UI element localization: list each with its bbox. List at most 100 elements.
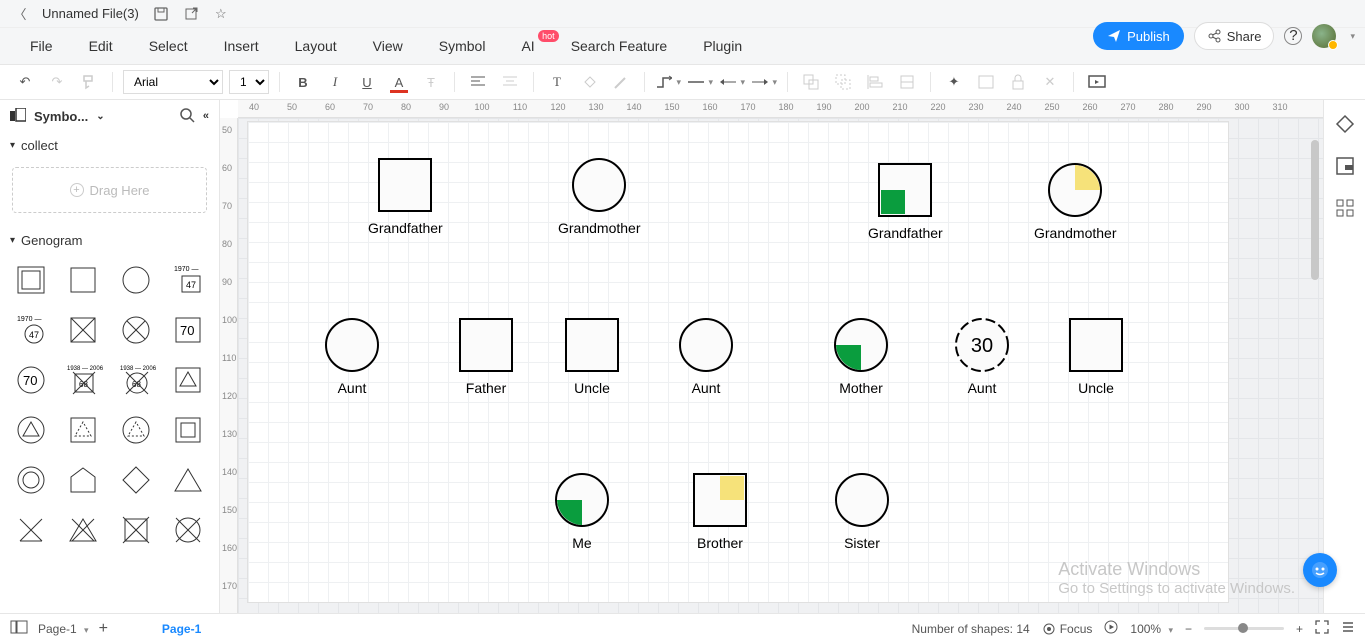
text-tool-button[interactable]: T — [544, 69, 570, 95]
canvas-page[interactable]: Grandfather Grandmother Grandfather Grandmo… — [248, 122, 1228, 602]
avatar-menu-caret[interactable]: ▾ — [1350, 31, 1355, 42]
sym-square-70[interactable]: 70 — [165, 308, 211, 352]
sym-deceased-sq[interactable]: 1938 — 200668 — [60, 358, 106, 402]
help-icon[interactable]: ? — [1284, 27, 1302, 45]
sym-square[interactable] — [60, 258, 106, 302]
menu-file[interactable]: File — [12, 28, 71, 64]
sym-circle[interactable] — [113, 258, 159, 302]
menu-search-feature[interactable]: Search Feature — [553, 28, 686, 64]
shape-uncle1[interactable]: Uncle — [564, 317, 620, 396]
sym-triangle[interactable] — [165, 458, 211, 502]
shape-uncle2[interactable]: Uncle — [1068, 317, 1124, 396]
shape-me[interactable]: Me — [554, 472, 610, 551]
zoom-level[interactable]: 100% ▾ — [1130, 622, 1173, 636]
effects-button[interactable]: ✦ — [941, 69, 967, 95]
genogram-section-header[interactable]: ▾Genogram — [0, 227, 219, 254]
sym-diamond[interactable] — [113, 458, 159, 502]
shape-label: Aunt — [954, 380, 1010, 396]
sym-ci-tri-dash[interactable] — [113, 408, 159, 452]
add-page-button[interactable]: + — [99, 620, 108, 638]
collapse-sidebar-icon[interactable]: « — [203, 110, 209, 122]
share-button[interactable]: Share — [1194, 22, 1275, 50]
menu-layout[interactable]: Layout — [277, 28, 355, 64]
arrow-end-button[interactable]: ▾ — [751, 69, 777, 95]
arrow-start-button[interactable]: ▾ — [719, 69, 745, 95]
menu-ai[interactable]: AIhot — [503, 28, 552, 64]
shape-aunt2[interactable]: Aunt — [678, 317, 734, 396]
undo-button[interactable]: ↶ — [12, 69, 38, 95]
shape-gf1[interactable]: Grandfather — [368, 157, 443, 236]
fullscreen-button[interactable] — [1315, 620, 1329, 637]
vertical-scrollbar[interactable] — [1311, 140, 1319, 280]
sym-year-square[interactable]: 1970 —47 — [165, 258, 211, 302]
play-button[interactable] — [1104, 620, 1118, 637]
canvas-area[interactable]: 4050607080901001101201301401501601701801… — [220, 100, 1323, 613]
bold-button[interactable]: B — [290, 69, 316, 95]
shape-gm1[interactable]: Grandmother — [558, 157, 640, 236]
sym-x3[interactable] — [113, 508, 159, 552]
menu-select[interactable]: Select — [131, 28, 206, 64]
export-icon[interactable] — [183, 6, 199, 22]
layers-panel-icon[interactable] — [1335, 156, 1355, 176]
menu-plugin[interactable]: Plugin — [685, 28, 760, 64]
menu-edit[interactable]: Edit — [71, 28, 131, 64]
outline-icon[interactable] — [10, 620, 28, 637]
style-panel-icon[interactable] — [1335, 114, 1355, 134]
underline-button[interactable]: U — [354, 69, 380, 95]
collect-section-header[interactable]: ▾collect — [0, 132, 219, 159]
sym-pentagon[interactable] — [60, 458, 106, 502]
menu-insert[interactable]: Insert — [206, 28, 277, 64]
shape-father[interactable]: Father — [458, 317, 514, 396]
size-select[interactable]: 12 — [229, 70, 269, 94]
sym-inner-ci[interactable] — [8, 458, 54, 502]
star-icon[interactable]: ☆ — [213, 6, 229, 22]
sym-ci-tri[interactable] — [8, 408, 54, 452]
sym-inner-sq[interactable] — [165, 408, 211, 452]
sym-circle-x[interactable] — [113, 308, 159, 352]
zoom-in-button[interactable]: + — [1296, 622, 1303, 636]
sym-x2[interactable] — [60, 508, 106, 552]
more-icon[interactable] — [1341, 620, 1355, 637]
sym-deceased-ci[interactable]: 1938 — 200668 — [113, 358, 159, 402]
sym-circle-70[interactable]: 70 — [8, 358, 54, 402]
sym-square-x[interactable] — [60, 308, 106, 352]
assistant-button[interactable] — [1303, 553, 1337, 587]
sym-sq-tri[interactable] — [165, 358, 211, 402]
align-left-button[interactable] — [465, 69, 491, 95]
zoom-slider[interactable] — [1204, 627, 1284, 630]
sym-x1[interactable] — [8, 508, 54, 552]
zoom-out-button[interactable]: − — [1185, 622, 1192, 636]
sym-sq-tri-dash[interactable] — [60, 408, 106, 452]
line-style-button[interactable]: ▾ — [687, 69, 713, 95]
save-icon[interactable] — [153, 6, 169, 22]
library-dropdown-icon[interactable]: ⌄ — [96, 111, 104, 122]
avatar[interactable] — [1312, 24, 1336, 48]
sym-x4[interactable] — [165, 508, 211, 552]
sym-double-square[interactable] — [8, 258, 54, 302]
page-select[interactable]: Page-1 ▾ — [38, 622, 89, 636]
shape-brother[interactable]: Brother — [692, 472, 748, 551]
shape-aunt1[interactable]: Aunt — [324, 317, 380, 396]
right-panel — [1323, 100, 1365, 613]
shape-gm2[interactable]: Grandmother — [1034, 162, 1116, 241]
shape-label: Grandmother — [1034, 225, 1116, 241]
menu-symbol[interactable]: Symbol — [421, 28, 504, 64]
grid-panel-icon[interactable] — [1335, 198, 1355, 218]
presentation-button[interactable] — [1084, 69, 1110, 95]
menu-view[interactable]: View — [355, 28, 421, 64]
font-select[interactable]: Arial — [123, 70, 223, 94]
shape-mother[interactable]: Mother — [833, 317, 889, 396]
focus-button[interactable]: Focus — [1042, 622, 1093, 636]
shape-gf2[interactable]: Grandfather — [868, 162, 943, 241]
publish-button[interactable]: Publish — [1093, 22, 1184, 50]
page-tab[interactable]: Page-1 — [148, 622, 215, 636]
back-icon[interactable]: 〈 — [12, 6, 28, 22]
shape-aunt3[interactable]: 30Aunt — [954, 317, 1010, 396]
drag-target[interactable]: + Drag Here — [12, 167, 207, 213]
shape-sister[interactable]: Sister — [834, 472, 890, 551]
italic-button[interactable]: I — [322, 69, 348, 95]
search-icon[interactable] — [179, 107, 195, 126]
text-color-button[interactable]: A — [386, 69, 412, 95]
connector-button[interactable]: ▾ — [655, 69, 681, 95]
sym-year-circle[interactable]: 1970 —47 — [8, 308, 54, 352]
